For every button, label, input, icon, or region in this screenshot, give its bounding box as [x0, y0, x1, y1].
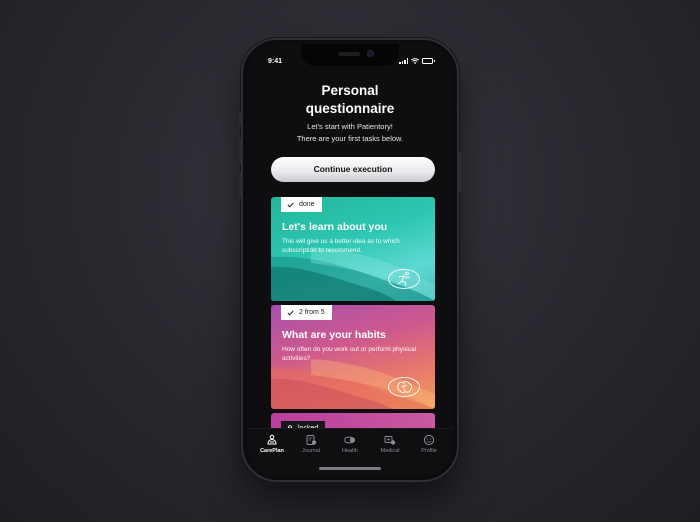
phone-volume-up — [239, 138, 242, 164]
status-bar: 9:41 — [247, 44, 453, 68]
status-badge: 2 from 5 — [281, 305, 332, 320]
card-title: Let's learn about you — [282, 221, 388, 233]
page-subtitle-line1: Let's start with Patientory! — [307, 122, 393, 131]
check-icon — [287, 202, 294, 208]
page-title-line2: questionnaire — [305, 101, 395, 116]
tab-label: Profile — [421, 448, 437, 454]
medical-icon — [384, 436, 396, 445]
phone-volume-down — [239, 172, 242, 198]
tab-health[interactable]: Health — [332, 434, 368, 454]
check-icon — [287, 310, 294, 316]
status-icons — [399, 58, 435, 64]
tab-journal[interactable]: Journal — [293, 434, 329, 454]
phone-side-button — [239, 112, 242, 126]
status-time: 9:41 — [268, 58, 283, 65]
phone-power-button — [458, 152, 461, 192]
page-subtitle-line2: There are your first tasks below. — [296, 134, 404, 143]
tab-bar: CarePlan Journal Health Medical Profile — [247, 428, 453, 476]
card-title: What are your habits — [282, 329, 386, 341]
careplan-icon — [267, 434, 277, 445]
task-card-learn-about-you[interactable]: done Let's learn about you This will giv… — [271, 197, 435, 301]
battery-icon — [422, 58, 435, 64]
journal-icon — [306, 435, 317, 445]
page-title: Personal questionnaire — [247, 82, 453, 118]
running-figure-icon — [388, 269, 420, 289]
phone-screen: 9:41 Personal questionnaire Let's start … — [247, 44, 453, 476]
card-description: How often do you work out or perform phy… — [282, 346, 417, 362]
page-title-line1: Personal — [321, 83, 379, 98]
status-badge: done — [281, 197, 322, 212]
tab-careplan[interactable]: CarePlan — [254, 434, 290, 454]
tab-profile[interactable]: Profile — [411, 434, 447, 454]
tab-label: Medical — [380, 448, 400, 454]
task-card-habits[interactable]: 2 from 5 What are your habits How often … — [271, 305, 435, 409]
tab-medical[interactable]: Medical — [372, 434, 408, 454]
status-badge-label: 2 from 5 — [299, 309, 325, 316]
card-description: This will give us a better idea as to wh… — [282, 238, 400, 254]
signal-icon — [399, 58, 408, 64]
phone-frame: 9:41 Personal questionnaire Let's start … — [239, 40, 461, 480]
status-badge-label: done — [299, 201, 315, 208]
tab-label: Health — [342, 448, 358, 454]
continue-execution-button[interactable]: Continue execution — [271, 157, 435, 182]
profile-icon — [423, 434, 435, 446]
tab-label: Journal — [301, 448, 321, 454]
brain-icon — [388, 377, 420, 397]
home-indicator[interactable] — [319, 467, 381, 470]
tab-label: CarePlan — [260, 448, 284, 454]
health-icon — [344, 436, 356, 444]
page-subtitle: Let's start with Patientory! There are y… — [247, 121, 453, 145]
wifi-icon — [411, 58, 419, 64]
